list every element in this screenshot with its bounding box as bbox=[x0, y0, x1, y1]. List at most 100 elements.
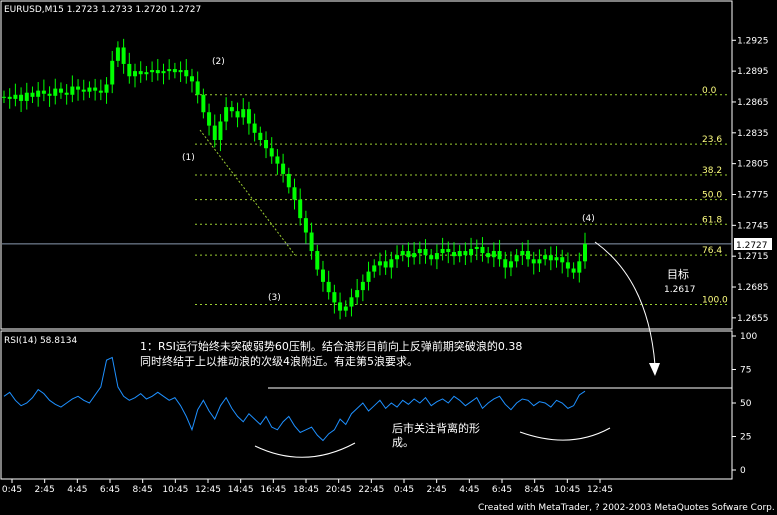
candle-body bbox=[172, 69, 177, 73]
candle-body bbox=[138, 71, 143, 75]
candle-body bbox=[235, 111, 240, 118]
candle-body bbox=[372, 265, 377, 272]
candle-body bbox=[93, 87, 98, 91]
time-tick-label: 10:45 bbox=[162, 485, 188, 495]
fib-level-label: 23.6 bbox=[702, 135, 722, 145]
footer-credit: Created with MetaTrader, ? 2002-2003 Met… bbox=[478, 503, 775, 513]
time-tick-label: 12:45 bbox=[195, 485, 221, 495]
candle-body bbox=[434, 253, 439, 260]
candle-body bbox=[36, 90, 41, 97]
candle-body bbox=[343, 306, 348, 311]
price-tick-label: 1.2655 bbox=[737, 314, 769, 324]
candle-body bbox=[207, 112, 212, 126]
fib-level-label: 50.0 bbox=[702, 191, 722, 201]
candle-body bbox=[258, 132, 263, 141]
price-candles bbox=[2, 38, 587, 320]
candle-body bbox=[70, 86, 75, 95]
candle-body bbox=[58, 88, 63, 93]
analysis-note-line1: 1：RSI运行始终未突破弱势60压制。结合浪形目前向上反弹前期突破浪的0.38 bbox=[140, 339, 522, 353]
rsi-pane-frame bbox=[0, 330, 733, 480]
candle-body bbox=[178, 70, 183, 73]
time-tick-label: 2:45 bbox=[427, 485, 447, 495]
candle-body bbox=[446, 248, 451, 253]
candle-body bbox=[2, 96, 6, 98]
forecast-arrow bbox=[594, 241, 656, 366]
candle-body bbox=[463, 251, 468, 256]
candle-body bbox=[121, 47, 126, 64]
candle-body bbox=[30, 92, 35, 97]
fib-level-label: 38.2 bbox=[702, 166, 722, 176]
rsi-note-line1: 后市关注背离的形 bbox=[392, 421, 480, 435]
price-tick-label: 1.2715 bbox=[737, 252, 769, 262]
candle-body bbox=[195, 81, 200, 95]
candle-body bbox=[81, 89, 86, 92]
price-tick-label: 1.2745 bbox=[737, 221, 769, 231]
candle-body bbox=[526, 251, 531, 260]
candle-body bbox=[110, 60, 115, 85]
candle-body bbox=[218, 121, 223, 141]
price-tick-label: 1.2895 bbox=[737, 67, 769, 77]
rsi-note-line2: 成。 bbox=[392, 436, 414, 449]
candle-body bbox=[41, 90, 46, 94]
candle-body bbox=[400, 251, 405, 256]
candle-body bbox=[127, 63, 132, 77]
candle-body bbox=[292, 187, 297, 200]
symbol-header: EURUSD,M15 1.2723 1.2733 1.2720 1.2727 bbox=[4, 5, 201, 15]
candle-body bbox=[451, 252, 456, 257]
price-tick-label: 1.2835 bbox=[737, 129, 769, 139]
time-tick-label: 0:45 bbox=[2, 485, 22, 495]
candle-body bbox=[7, 96, 12, 99]
candle-body bbox=[474, 246, 479, 249]
candle-body bbox=[19, 94, 24, 101]
divergence-arc-left bbox=[254, 442, 356, 458]
candle-body bbox=[360, 281, 365, 291]
price-tick-label: 1.2865 bbox=[737, 98, 769, 108]
rsi-tick-label: 100 bbox=[740, 332, 757, 342]
candle-body bbox=[406, 251, 411, 258]
fib-level-label: 76.4 bbox=[702, 246, 722, 256]
rsi-header: RSI(14) 58.8134 bbox=[4, 336, 77, 346]
candle-body bbox=[201, 94, 206, 113]
candle-body bbox=[281, 163, 286, 174]
fib-level-label: 100.0 bbox=[702, 295, 728, 305]
candle-body bbox=[224, 107, 229, 122]
time-tick-label: 18:45 bbox=[293, 485, 319, 495]
metatrader-chart: 1.2925 1.2895 1.2865 1.2835 1.2805 1.2775 1.27… bbox=[0, 0, 775, 513]
rsi-tick-label: 75 bbox=[740, 366, 751, 376]
price-tick-label: 1.2925 bbox=[737, 36, 769, 46]
candle-body bbox=[520, 251, 525, 256]
candle-body bbox=[429, 255, 434, 260]
candle-body bbox=[583, 243, 587, 262]
candle-body bbox=[389, 259, 394, 268]
target-label: 目标 bbox=[667, 267, 689, 281]
rsi-tick-label: 0 bbox=[740, 466, 746, 476]
candle-body bbox=[320, 269, 325, 282]
time-tick-label: 22:45 bbox=[358, 485, 384, 495]
time-tick-label: 4:45 bbox=[67, 485, 87, 495]
candle-body bbox=[13, 94, 18, 99]
candle-body bbox=[548, 255, 553, 261]
time-tick-label: 8:45 bbox=[133, 485, 153, 495]
wave-label-3: (3) bbox=[268, 293, 281, 303]
candle-body bbox=[53, 88, 58, 96]
candle-body bbox=[577, 261, 582, 273]
divergence-arc-right bbox=[519, 427, 611, 441]
candle-body bbox=[98, 90, 103, 93]
candle-body bbox=[457, 251, 462, 257]
candle-body bbox=[315, 251, 320, 270]
price-tick-label: 1.2805 bbox=[737, 160, 769, 170]
candle-body bbox=[543, 255, 548, 260]
candle-body bbox=[514, 255, 519, 262]
time-tick-label: 12:45 bbox=[587, 485, 613, 495]
wave-label-4: (4) bbox=[582, 214, 595, 224]
candle-body bbox=[554, 257, 559, 261]
candle-body bbox=[64, 92, 69, 95]
time-tick-label: 4:45 bbox=[459, 485, 479, 495]
candle-body bbox=[508, 261, 513, 268]
candle-body bbox=[87, 87, 92, 92]
candle-body bbox=[349, 297, 354, 307]
candle-body bbox=[133, 71, 138, 77]
candle-body bbox=[47, 93, 52, 96]
candle-body bbox=[480, 246, 485, 254]
candle-body bbox=[150, 70, 155, 73]
